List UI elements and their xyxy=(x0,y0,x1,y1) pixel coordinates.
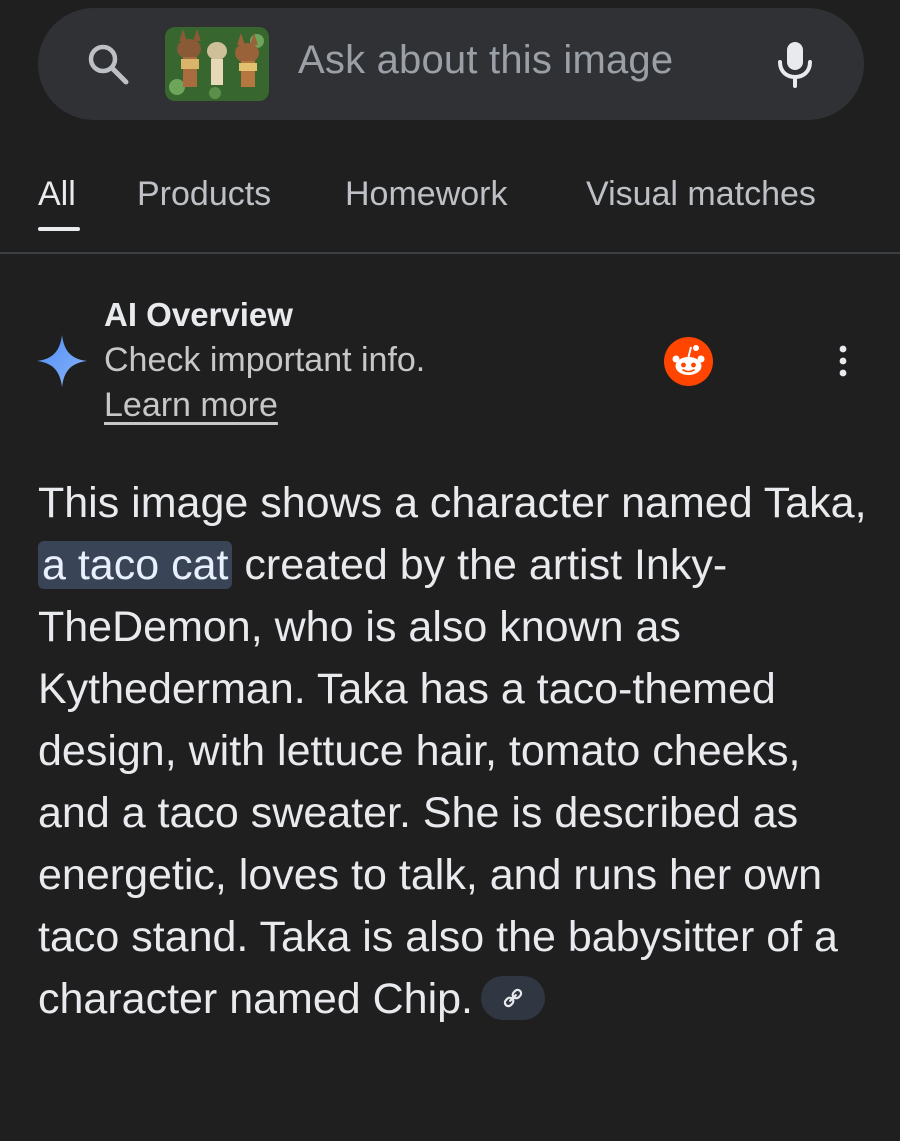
search-input[interactable]: Ask about this image xyxy=(298,38,673,83)
tab-products[interactable]: Products xyxy=(137,175,271,214)
ai-overview-text: This image shows a character named Taka,… xyxy=(38,472,868,1030)
mic-icon[interactable] xyxy=(775,40,815,88)
tab-bar: All Products Homework Visual matches xyxy=(0,165,900,253)
learn-more-link[interactable]: Learn more xyxy=(104,386,278,425)
active-tab-indicator xyxy=(38,227,80,231)
body-text-part2: created by the artist Inky-TheDemon, who… xyxy=(38,541,838,1023)
sparkle-icon xyxy=(37,335,87,387)
ai-overview-title: AI Overview xyxy=(104,296,293,333)
tabs-divider xyxy=(0,252,900,254)
search-icon[interactable] xyxy=(84,40,132,88)
source-link-button[interactable] xyxy=(481,975,545,1020)
link-icon xyxy=(503,988,523,1007)
ai-overview-subtitle: Check important info. xyxy=(104,341,426,379)
tab-all[interactable]: All xyxy=(38,175,76,214)
more-vert-icon[interactable] xyxy=(832,345,854,377)
highlighted-phrase[interactable]: a taco cat xyxy=(38,541,233,589)
tab-visual-matches[interactable]: Visual matches xyxy=(586,175,816,214)
image-thumbnail[interactable] xyxy=(165,27,269,101)
tab-homework[interactable]: Homework xyxy=(345,175,507,214)
body-text-part1: This image shows a character named Taka, xyxy=(38,479,867,527)
page: Ask about this image All Products Homewo… xyxy=(0,0,900,1141)
reddit-icon[interactable] xyxy=(664,337,713,386)
